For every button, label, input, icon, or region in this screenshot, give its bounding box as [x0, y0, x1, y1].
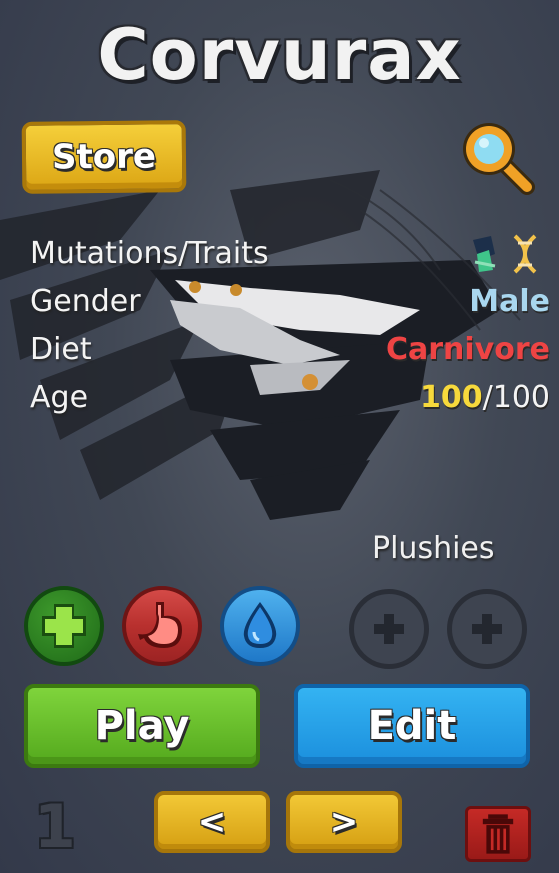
trash-icon [482, 814, 514, 854]
diet-value: Carnivore [385, 332, 550, 367]
store-button[interactable]: Store [21, 120, 187, 194]
health-plus-icon [42, 604, 86, 648]
health-status[interactable] [24, 586, 104, 666]
diet-label: Diet [30, 332, 92, 367]
age-value: 100/100 [420, 380, 550, 415]
next-button[interactable]: > [286, 791, 402, 853]
add-plushie-icon [472, 614, 502, 644]
play-button[interactable]: Play [24, 684, 260, 768]
thirst-drop-icon [243, 602, 277, 648]
dna-trait-icon [513, 234, 537, 274]
mutations-label: Mutations/Traits [30, 236, 269, 271]
prev-button[interactable]: < [154, 791, 270, 853]
age-label: Age [30, 380, 89, 415]
creature-card: Corvurax Store Mutations/Traits Gender M… [0, 0, 559, 873]
edit-button[interactable]: Edit [294, 684, 530, 768]
add-plushie-icon [374, 614, 404, 644]
age-max: 100 [492, 380, 550, 415]
plushie-slot-1[interactable] [349, 589, 429, 669]
delete-button[interactable] [465, 806, 531, 862]
hunger-status[interactable] [122, 586, 202, 666]
mutation-traits-icons[interactable] [469, 232, 549, 276]
age-current: 100 [420, 380, 483, 415]
age-separator: / [482, 380, 493, 415]
gender-label: Gender [30, 284, 141, 319]
creature-portrait [0, 170, 521, 520]
slot-number: 1 [34, 792, 76, 862]
hunger-stomach-icon [138, 602, 182, 648]
thirst-status[interactable] [220, 586, 300, 666]
search-icon[interactable] [453, 113, 539, 199]
mutation-icon [473, 236, 496, 272]
plushies-label: Plushies [372, 531, 495, 566]
gender-value: Male [469, 284, 550, 319]
plushie-slot-2[interactable] [447, 589, 527, 669]
creature-name: Corvurax [97, 14, 462, 96]
